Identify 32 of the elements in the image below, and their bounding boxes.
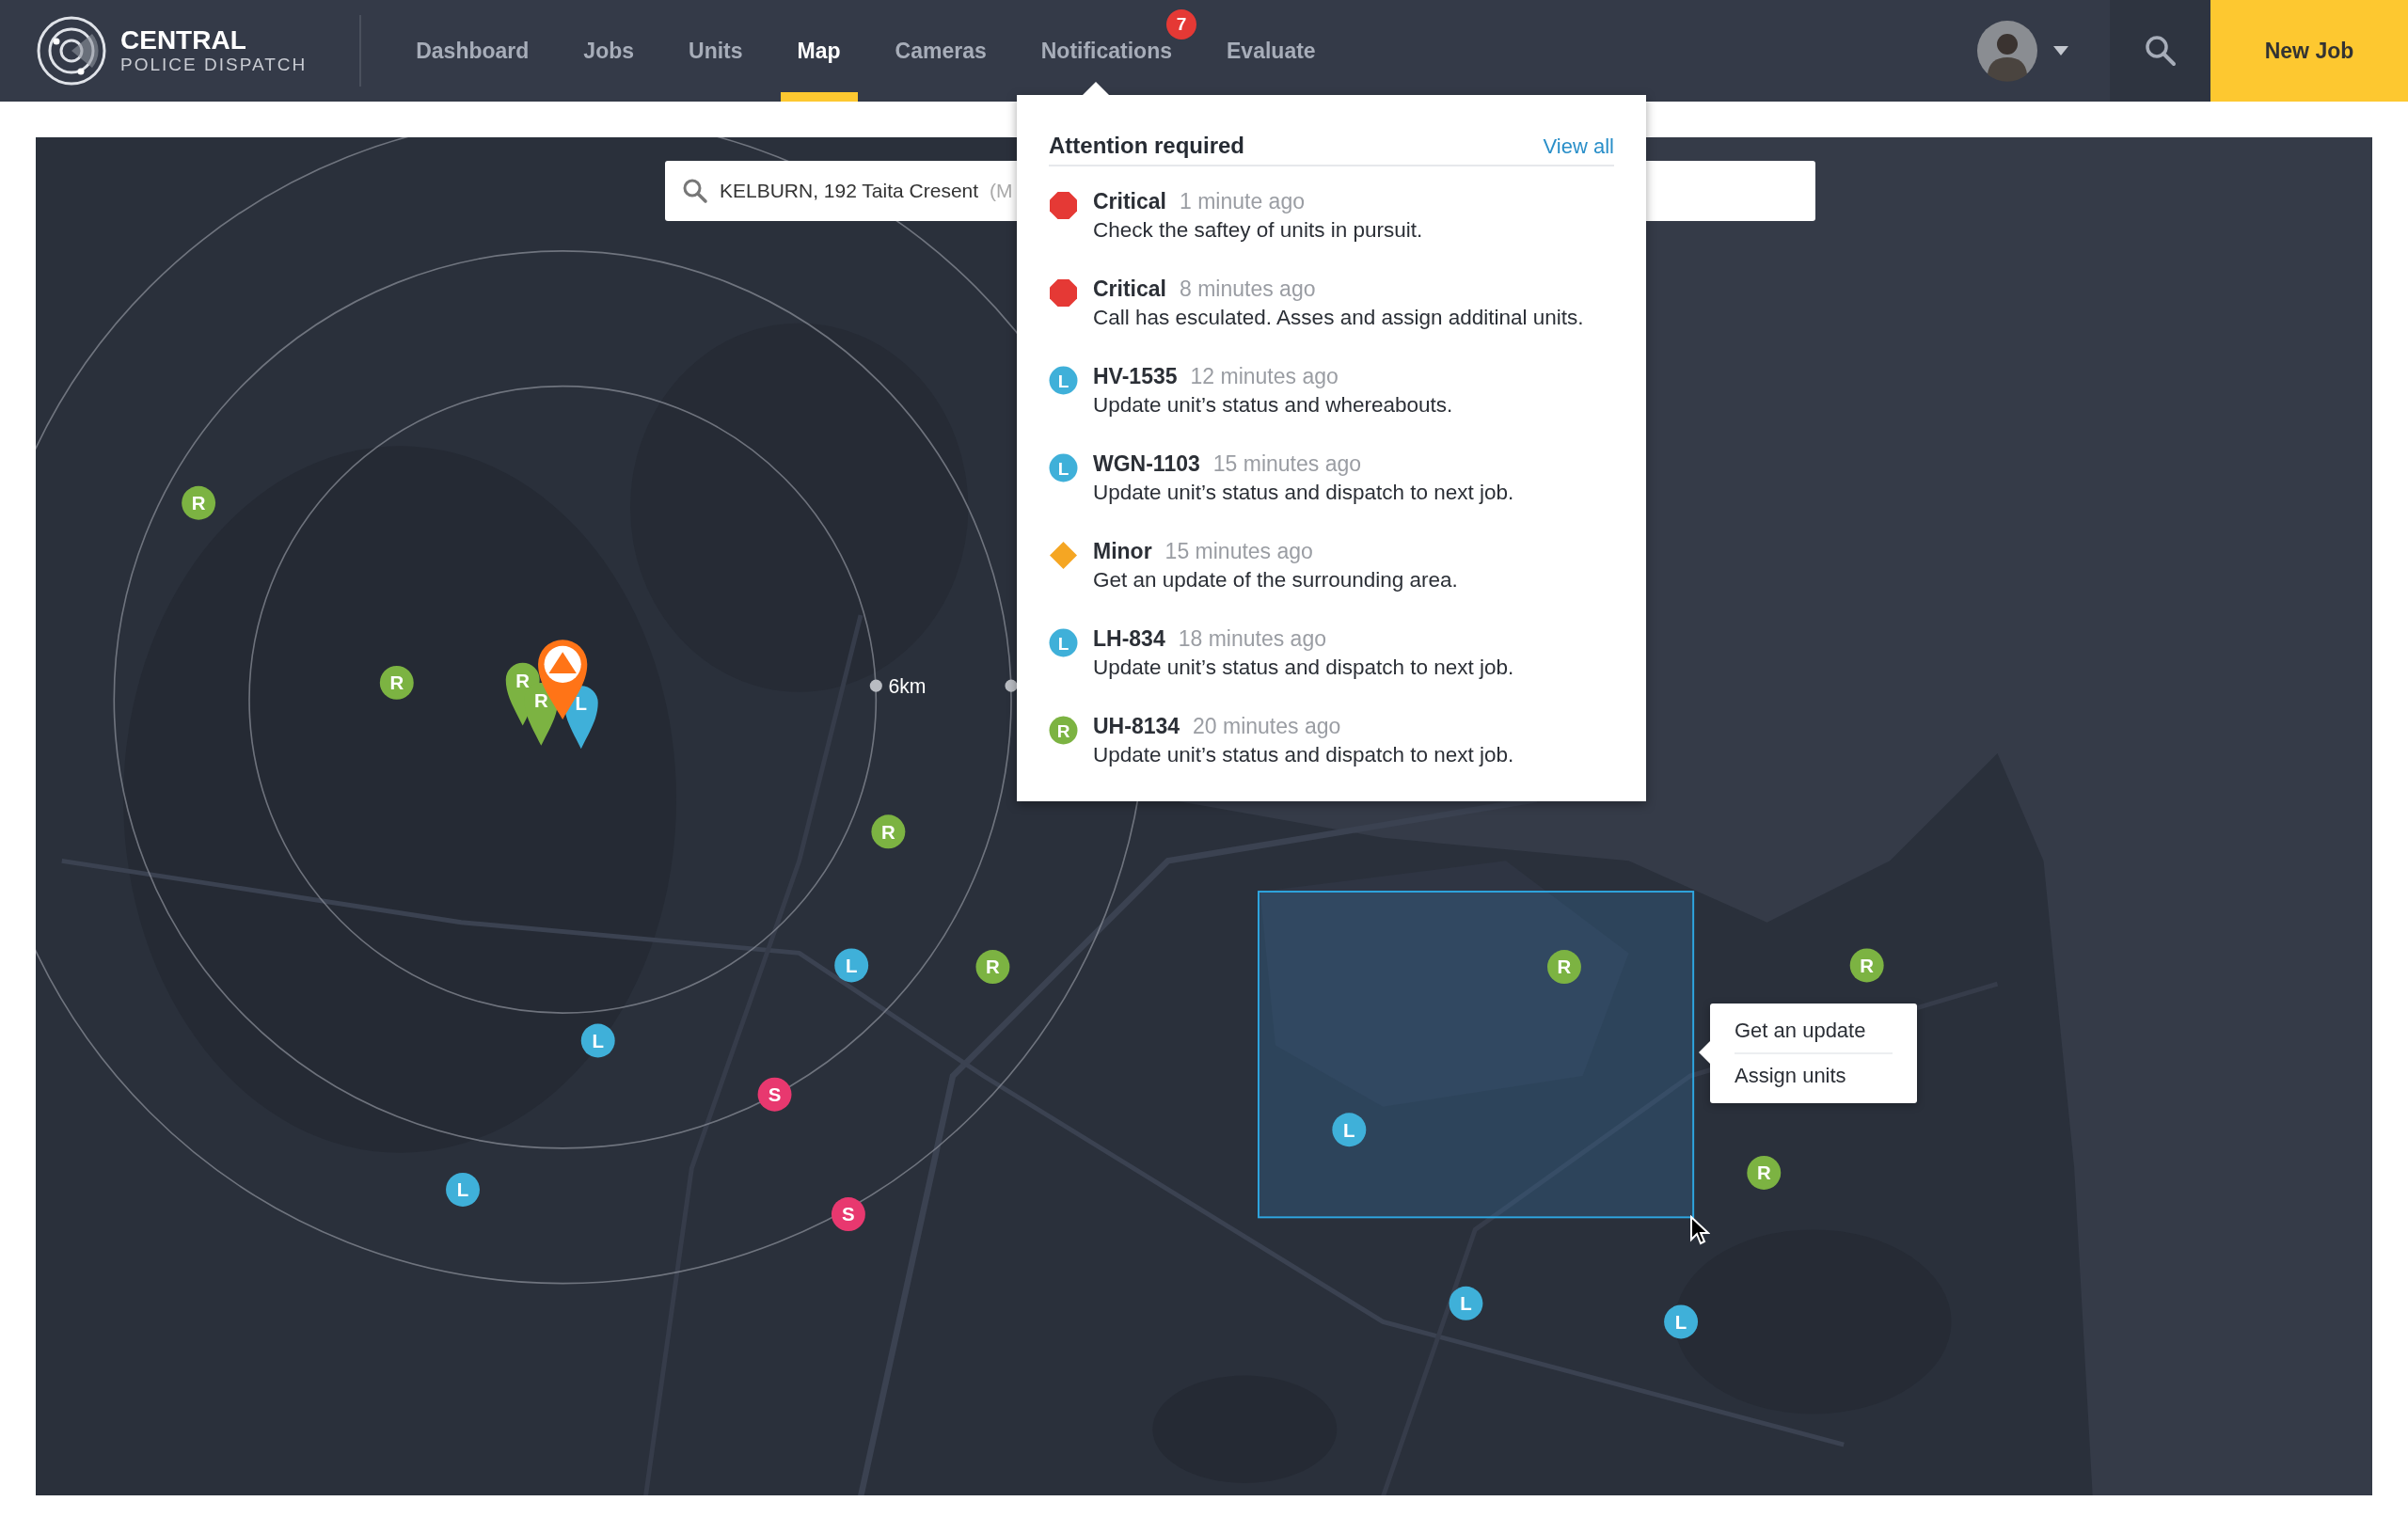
unit-icon: R <box>1049 716 1078 745</box>
notification-title: WGN-1103 <box>1093 451 1200 477</box>
notification-message: Update unit’s status and dispatch to next job. <box>1093 656 1514 680</box>
notification-message: Update unit’s status and dispatch to next job. <box>1093 481 1514 505</box>
notification-title: Critical <box>1093 277 1166 302</box>
search-value: KELBURN, 192 Taita Cresent <box>720 180 979 202</box>
unit-icon: L <box>1049 366 1078 395</box>
panel-title: Attention required <box>1049 133 1244 159</box>
notification-count-badge: 7 <box>1166 9 1196 40</box>
unit-icon: L <box>1049 453 1078 482</box>
brand-title: CENTRAL <box>120 26 247 55</box>
brand-subtitle: POLICE DISPATCH <box>120 55 308 75</box>
notification-time: 8 minutes ago <box>1180 277 1316 302</box>
search-hint: (M <box>990 180 1013 202</box>
notification-message: Check the saftey of units in pursuit. <box>1093 218 1423 243</box>
notification-message: Get an update of the surrounding area. <box>1093 568 1458 593</box>
notification-time: 1 minute ago <box>1180 189 1305 214</box>
notification-title: LH-834 <box>1093 626 1165 652</box>
notification-time: 15 minutes ago <box>1164 539 1313 564</box>
notification-time: 20 minutes ago <box>1193 714 1341 739</box>
notification-title: HV-1535 <box>1093 364 1178 389</box>
notification-title: UH-8134 <box>1093 714 1180 739</box>
notification-time: 15 minutes ago <box>1212 451 1362 477</box>
notification-title: Critical <box>1093 189 1166 214</box>
notification-message: Update unit’s status and whereabouts. <box>1093 393 1453 418</box>
notification-time: 12 minutes ago <box>1190 364 1339 389</box>
notification-message: Update unit’s status and dispatch to next job. <box>1093 743 1514 767</box>
notification-title: Minor <box>1093 539 1152 564</box>
unit-icon: L <box>1049 628 1078 657</box>
distance-label: 6km <box>888 675 927 698</box>
notification-time: 18 minutes ago <box>1178 626 1326 652</box>
notification-message: Call has esculated. Asses and assign additinal units. <box>1093 306 1584 330</box>
